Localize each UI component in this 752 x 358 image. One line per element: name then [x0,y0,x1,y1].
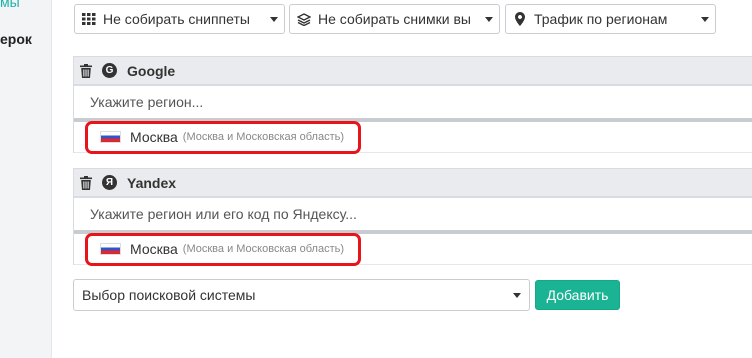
sidebar: мы ерок [0,0,52,358]
add-button[interactable]: Добавить [535,280,620,310]
engine-header: G Google [74,56,752,85]
chevron-down-icon [701,16,709,22]
search-engine-select-label: Выбор поисковой системы [82,287,256,303]
map-marker-icon [512,12,528,26]
chevron-down-icon [513,292,521,298]
russia-flag-icon [100,131,121,143]
snippets-dropdown-label: Не собирать сниппеты [103,11,250,27]
region-row: Москва (Москва и Московская область) [74,120,752,154]
trash-icon[interactable] [80,175,94,190]
region-search-field[interactable] [74,197,752,234]
yandex-icon: Я [102,175,117,190]
screenshots-dropdown[interactable]: Не собирать снимки вы [289,4,500,34]
engine-name: Google [127,62,176,79]
layers-icon [296,12,312,26]
region-detail: (Москва и Московская область) [182,131,345,143]
chevron-down-icon [270,16,278,22]
traffic-dropdown-label: Трафик по регионам [534,11,668,27]
region-detail: (Москва и Московская область) [182,243,345,255]
sidebar-item-fragment-active[interactable]: ерок [0,31,32,47]
region-search-input[interactable] [90,94,752,110]
trash-icon[interactable] [80,63,94,78]
region-search-input[interactable] [90,206,752,222]
region-name: Москва [130,129,178,145]
traffic-dropdown[interactable]: Трафик по регионам [505,4,716,34]
russia-flag-icon [100,243,121,255]
snippets-dropdown[interactable]: Не собирать сниппеты [74,4,285,34]
region-name: Москва [130,241,178,257]
engine-name: Yandex [127,174,177,191]
sidebar-item-fragment[interactable]: мы [0,0,20,10]
engine-block-google: G Google Москва (Москва и Московская обл… [73,56,752,154]
selected-region[interactable]: Москва (Москва и Московская область) [85,232,362,266]
chevron-down-icon [485,16,493,22]
screenshots-dropdown-label: Не собирать снимки вы [318,11,471,27]
selected-region[interactable]: Москва (Москва и Московская область) [85,120,362,154]
region-search-field[interactable] [74,85,752,122]
region-row: Москва (Москва и Московская область) [74,232,752,266]
engine-block-yandex: Я Yandex Москва (Москва и Московская обл… [73,168,752,266]
search-engine-select[interactable]: Выбор поисковой системы [73,279,530,311]
engine-header: Я Yandex [74,168,752,197]
grid-icon [81,13,97,25]
google-icon: G [102,63,117,78]
